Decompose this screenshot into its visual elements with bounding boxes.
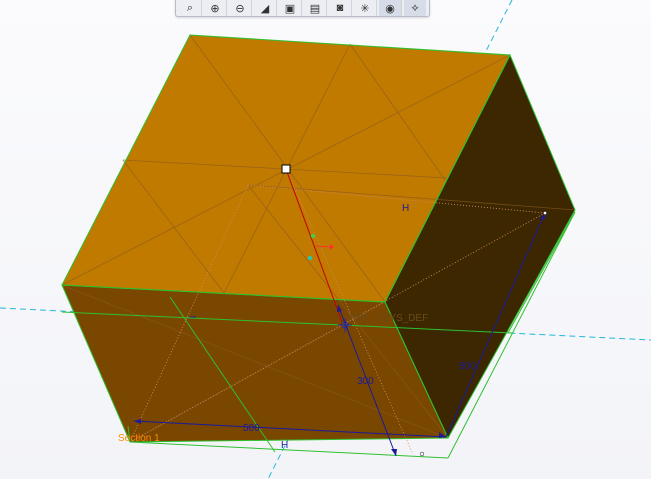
cyan-point: [307, 255, 313, 261]
width-dimension[interactable]: 500: [243, 423, 260, 434]
drag-handle[interactable]: [281, 164, 291, 174]
zoom-fit-icon[interactable]: ⌕: [179, 0, 202, 16]
repaint-icon[interactable]: ◢: [254, 0, 277, 16]
depth-dimension[interactable]: 500: [459, 361, 476, 372]
green-point: [310, 233, 316, 239]
section-label[interactable]: Section 1: [118, 433, 160, 444]
height-dimension[interactable]: 300: [357, 376, 374, 387]
csys-label: PRT_CSYS_DEF: [350, 313, 428, 324]
zoom-in-icon[interactable]: ⊕: [204, 0, 227, 16]
orient-icon[interactable]: ▣: [279, 0, 302, 16]
model-canvas[interactable]: PRT_CSYS_DEF 500 500 300 H H Section 1: [0, 0, 651, 479]
corner-point: [419, 451, 425, 457]
camera-icon[interactable]: ◙: [329, 0, 352, 16]
view-toolbar: ⌕ ⊕ ⊖ ◢ ▣ ▤ ◙ ✳ ◉ ⟡: [175, 0, 430, 17]
corner-point: [543, 211, 547, 215]
display-style-icon[interactable]: ◉: [379, 0, 402, 16]
model-viewport[interactable]: ⌕ ⊕ ⊖ ◢ ▣ ▤ ◙ ✳ ◉ ⟡ PRT_CSYS_DEF 500 500…: [0, 0, 651, 479]
sketch-constraints-icon[interactable]: ⟡: [404, 0, 426, 16]
zoom-out-icon[interactable]: ⊖: [229, 0, 252, 16]
saved-views-icon[interactable]: ▤: [304, 0, 327, 16]
horizontal-constraint-top: H: [402, 203, 409, 214]
horizontal-constraint-bottom: H: [281, 440, 288, 451]
datum-display-icon[interactable]: ✳: [354, 0, 377, 16]
